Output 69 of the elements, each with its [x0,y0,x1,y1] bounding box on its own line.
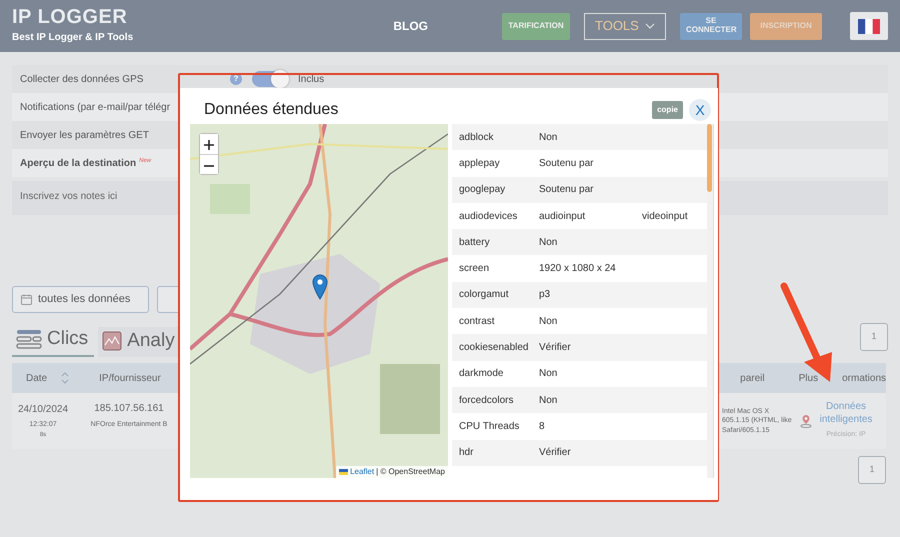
chevron-down-icon [645,23,655,29]
list-icon [16,328,42,349]
blog-link[interactable]: BLOG [387,16,434,36]
data-key: applepay [452,156,539,171]
data-key: screen [452,261,539,276]
tab[interactable]: Analy [98,326,181,357]
tab[interactable]: Clics [12,324,94,357]
plus-icon [204,140,214,150]
data-key: forcedcolors [452,392,539,408]
tagline: Best IP Logger & IP Tools [12,31,134,45]
data-value: 1920 x 1080 x 24 [539,262,617,276]
data-key: CPU Threads [452,418,539,434]
data-key: hdr [452,445,539,460]
close-button[interactable]: X [689,98,711,120]
data-value: Non [539,236,558,250]
data-value: p3 [539,288,552,302]
smart-data-link[interactable]: Données intelligentes [818,401,874,426]
data-value: Non [539,394,558,408]
data-value: videoinput [642,210,688,224]
signup-button[interactable]: INSCRIPTION [750,12,822,40]
attribution-text: | © OpenStreetMap [376,466,445,478]
data-key: adblock [452,130,539,145]
ip-address: 185.107.56.161 [94,402,164,416]
data-key: audiodevices [452,208,539,224]
location-pin-icon [800,414,812,428]
page-button[interactable]: 1 [858,456,886,484]
data-value: Vérifier [539,446,572,460]
data-value: 8 [539,420,546,434]
data-key: contrast [452,314,539,329]
setting-label: Notifications (par e-mail/par télégr [20,100,170,114]
setting-label: Collecter des données GPS [20,72,144,86]
column-header[interactable]: Date [26,370,48,386]
column-header: IP/fournisseur [99,372,161,386]
column-header: ormations [842,372,886,386]
column-header: pareil [740,372,765,386]
setting-label: Envoyer les paramètres GET [20,128,149,142]
data-key: battery [452,234,539,250]
data-key: colorgamut [452,287,539,302]
map-pin-icon [312,274,328,300]
pricing-button[interactable]: TARIFICATION [502,12,570,40]
flag-icon [858,18,880,34]
leaflet-link[interactable]: Leaflet [350,466,374,478]
data-value: Non [539,314,558,329]
date-text: 24/10/2024 [18,403,68,418]
data-value: Soutenu par [539,183,594,198]
page-button[interactable]: 1 [860,323,888,351]
setting-label: Aperçu de la destination [20,156,136,170]
tools-dropdown[interactable]: TOOLS [584,12,666,40]
data-key: cookiesenabled [452,340,539,356]
modal-title: Données étendues [204,100,338,120]
data-value: Soutenu par [539,156,594,171]
scrollbar-thumb[interactable] [707,124,712,192]
column-header: Plus [798,372,818,386]
flag-icon [339,469,348,475]
data-key: googlepay [452,182,539,198]
setting-value: Inclus [298,72,324,86]
login-button[interactable]: SE CONNECTER [680,12,742,40]
data-value: Non [539,367,558,382]
date-filter-button[interactable]: toutes les données [12,286,149,313]
logo-text[interactable]: IP LOGGER [12,7,134,27]
copy-button[interactable]: copie [652,100,683,118]
chart-icon [102,330,122,351]
zoom-out-button[interactable] [200,154,218,174]
data-value: Vérifier [539,341,572,356]
data-key: darkmode [452,366,539,382]
language-button[interactable] [850,12,888,40]
data-value: audioinput [539,210,586,224]
calendar-icon [21,294,32,305]
data-value: Non [539,130,558,145]
